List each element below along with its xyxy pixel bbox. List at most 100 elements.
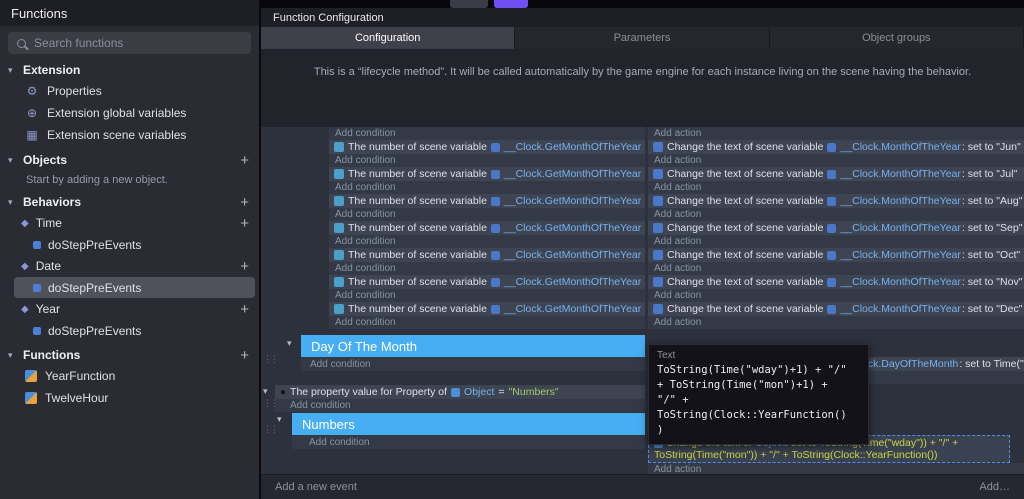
- add-action-button[interactable]: Add action: [648, 463, 1024, 474]
- tooltip-code-line: + ToString(Time("mon")+1) +: [657, 379, 828, 391]
- add-condition-button[interactable]: Add condition: [329, 262, 645, 275]
- behavior-time[interactable]: ◆ Time +: [0, 212, 259, 234]
- variable-icon: [827, 250, 837, 260]
- action[interactable]: Change the text of scene variable __Cloc…: [648, 302, 1024, 316]
- action-variable: __Clock.MonthOfTheYear: [840, 141, 961, 153]
- add-condition-button[interactable]: Add condition: [329, 208, 645, 221]
- add-action-button[interactable]: Add action: [648, 316, 1024, 329]
- behavior-date-dostep-selected[interactable]: doStepPreEvents: [14, 277, 255, 298]
- event-row-month: The number of scene variable __Clock.Get…: [261, 194, 1024, 221]
- condition[interactable]: The number of scene variable __Clock.Get…: [329, 167, 645, 181]
- tab-bar: Configuration Parameters Object groups: [261, 27, 1024, 49]
- text-action-icon: [653, 277, 663, 287]
- group-collapse-chevron-icon[interactable]: ▾: [277, 414, 282, 425]
- chevron-down-icon[interactable]: ▾: [8, 197, 17, 208]
- item-label: YearFunction: [45, 369, 116, 383]
- chevron-down-icon[interactable]: ▾: [8, 65, 17, 76]
- section-functions[interactable]: ▾ Functions +: [0, 345, 259, 365]
- action-value: : set to "Aug": [961, 195, 1023, 207]
- event-collapse-chevron-icon[interactable]: ▾: [263, 386, 268, 397]
- add-more-button[interactable]: Add…: [979, 481, 1010, 493]
- condition[interactable]: The number of scene variable __Clock.Get…: [329, 248, 645, 262]
- drag-handle[interactable]: ⋮⋮: [263, 424, 279, 435]
- condition[interactable]: The number of scene variable __Clock.Get…: [329, 221, 645, 235]
- condition-text: The number of scene variable: [348, 141, 487, 153]
- action[interactable]: Change the text of scene variable __Cloc…: [648, 248, 1024, 262]
- condition-text: The property value for Property of: [290, 386, 448, 398]
- text-action-icon: [653, 196, 663, 206]
- action-variable: __Clock.MonthOfTheYear: [840, 276, 961, 288]
- event-row-month: The number of scene variable __Clock.Get…: [261, 140, 1024, 167]
- condition[interactable]: The number of scene variable __Clock.Get…: [329, 194, 645, 208]
- condition-text: The number of scene variable: [348, 222, 487, 234]
- add-condition-button[interactable]: Add condition: [301, 357, 645, 371]
- add-function-to-date-button[interactable]: +: [240, 259, 249, 274]
- action[interactable]: Change the text of scene variable __Cloc…: [648, 167, 1024, 181]
- sidebar-item-properties[interactable]: ⚙ Properties: [0, 80, 259, 102]
- tab-parameters[interactable]: Parameters: [515, 27, 770, 49]
- add-function-to-time-button[interactable]: +: [240, 216, 249, 231]
- group-day-of-the-month[interactable]: Day Of The Month: [301, 335, 645, 357]
- cutoff-primary-button[interactable]: [494, 0, 528, 8]
- add-new-event-button[interactable]: Add a new event: [275, 481, 357, 493]
- add-condition-button[interactable]: Add condition: [329, 154, 645, 167]
- objects-empty-text: Start by adding a new object.: [26, 174, 168, 186]
- add-condition-button[interactable]: Add condition: [329, 127, 645, 140]
- add-condition-button[interactable]: Add condition: [329, 181, 645, 194]
- sidebar-item-scene-variables[interactable]: ▦ Extension scene variables: [0, 124, 259, 146]
- add-action-button[interactable]: Add action: [648, 154, 1024, 167]
- add-action-button[interactable]: Add action: [648, 235, 1024, 248]
- condition-variable: __Clock.GetMonthOfTheYear: [503, 141, 642, 153]
- condition[interactable]: ● The property value for Property of Obj…: [275, 385, 645, 399]
- behavior-year[interactable]: ◆ Year +: [0, 298, 259, 320]
- condition[interactable]: The number of scene variable __Clock.Get…: [329, 275, 645, 289]
- action[interactable]: Change the text of scene variable __Cloc…: [648, 221, 1024, 235]
- behavior-time-dostep[interactable]: doStepPreEvents: [14, 234, 255, 255]
- event-row-property: ● The property value for Property of Obj…: [261, 385, 1024, 412]
- add-action-button[interactable]: Add action: [648, 262, 1024, 275]
- add-object-button[interactable]: +: [240, 153, 249, 168]
- add-condition-button[interactable]: Add condition: [329, 316, 645, 329]
- group-collapse-chevron-icon[interactable]: ▾: [287, 338, 292, 349]
- add-function-to-year-button[interactable]: +: [240, 302, 249, 317]
- tooltip-code-line: "/" +: [657, 394, 689, 406]
- condition[interactable]: The number of scene variable __Clock.Get…: [329, 140, 645, 154]
- function-twelvehour[interactable]: TwelveHour: [0, 387, 259, 409]
- drag-handle[interactable]: ⋮⋮: [263, 354, 279, 365]
- group-numbers[interactable]: Numbers: [292, 413, 645, 435]
- action[interactable]: Change the text of scene variable __Cloc…: [648, 275, 1024, 289]
- behavior-date[interactable]: ◆ Date +: [0, 255, 259, 277]
- add-function-button[interactable]: +: [240, 348, 249, 363]
- action[interactable]: Change the text of scene variable __Cloc…: [648, 194, 1024, 208]
- variable-condition-icon: [334, 277, 344, 287]
- sheet-footer: Add a new event Add…: [261, 474, 1024, 499]
- add-action-button[interactable]: Add action: [648, 208, 1024, 221]
- add-condition-button[interactable]: Add condition: [275, 399, 645, 412]
- variable-icon: [827, 196, 837, 206]
- tab-object-groups[interactable]: Object groups: [769, 27, 1024, 49]
- function-yearfunction[interactable]: YearFunction: [0, 365, 259, 387]
- action-text: Change the text of scene variable: [667, 168, 824, 180]
- cutoff-toolbar-button[interactable]: [450, 0, 488, 8]
- condition[interactable]: The number of scene variable __Clock.Get…: [329, 302, 645, 316]
- add-condition-button[interactable]: Add condition: [292, 435, 645, 449]
- section-objects[interactable]: ▾ Objects +: [0, 150, 259, 170]
- tab-configuration[interactable]: Configuration: [261, 27, 516, 49]
- add-behavior-button[interactable]: +: [240, 195, 249, 210]
- search-input[interactable]: [34, 36, 224, 50]
- behavior-year-dostep[interactable]: doStepPreEvents: [14, 320, 255, 341]
- add-action-button[interactable]: Add action: [648, 127, 1024, 140]
- add-condition-button[interactable]: Add condition: [329, 235, 645, 248]
- add-action-button[interactable]: Add action: [648, 181, 1024, 194]
- sidebar-item-global-variables[interactable]: ⊕ Extension global variables: [0, 102, 259, 124]
- drag-handle[interactable]: ⋮⋮: [263, 398, 279, 409]
- chevron-down-icon[interactable]: ▾: [8, 350, 17, 361]
- section-behaviors[interactable]: ▾ Behaviors +: [0, 192, 259, 212]
- chevron-down-icon[interactable]: ▾: [8, 155, 17, 166]
- add-condition-button[interactable]: Add condition: [329, 289, 645, 302]
- add-action-button[interactable]: Add action: [648, 289, 1024, 302]
- search-box[interactable]: [8, 32, 251, 54]
- variable-icon: [827, 142, 837, 152]
- section-extension[interactable]: ▾ Extension: [0, 60, 259, 80]
- action[interactable]: Change the text of scene variable __Cloc…: [648, 140, 1024, 154]
